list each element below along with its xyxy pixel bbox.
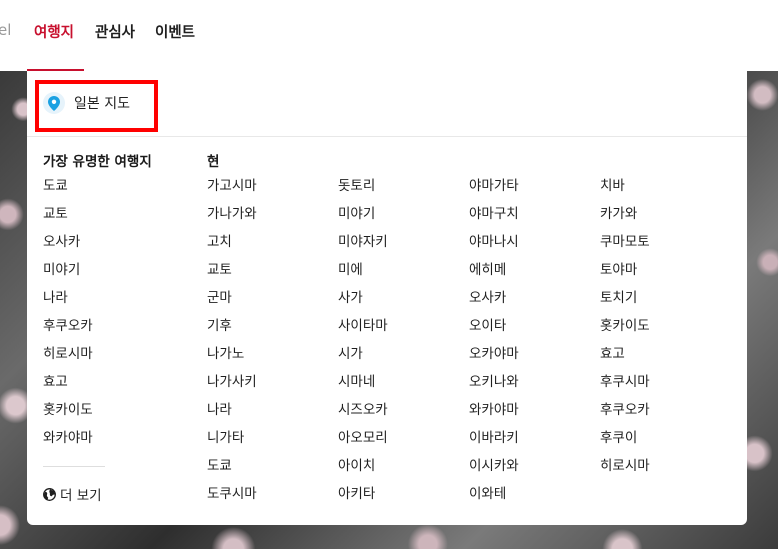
prefecture-link[interactable]: 치바: [600, 177, 650, 205]
prefecture-link[interactable]: 미야자키: [338, 233, 388, 261]
destination-link[interactable]: 오사카: [43, 233, 93, 261]
famous-destinations-list: 도쿄 교토 오사카 미야기 나라 후쿠오카 히로시마 효고 홋카이도 와카야마: [43, 177, 93, 457]
prefecture-link[interactable]: 와카야마: [469, 401, 519, 429]
prefecture-link[interactable]: 고치: [207, 233, 257, 261]
prefectures-heading: 현: [207, 154, 220, 170]
destination-link[interactable]: 후쿠오카: [43, 317, 93, 345]
famous-list-divider: [43, 466, 105, 467]
prefecture-link[interactable]: 시즈오카: [338, 401, 388, 429]
prefecture-link[interactable]: 이시카와: [469, 457, 519, 485]
prefecture-link[interactable]: 군마: [207, 289, 257, 317]
prefecture-link[interactable]: 토치기: [600, 289, 650, 317]
prefecture-link[interactable]: 아키타: [338, 485, 388, 513]
prefecture-link[interactable]: 야마구치: [469, 205, 519, 233]
tab-destinations[interactable]: 여행지: [34, 21, 74, 42]
prefecture-link[interactable]: 미에: [338, 261, 388, 289]
prefecture-link[interactable]: 이와테: [469, 485, 519, 513]
prefecture-link[interactable]: 야마가타: [469, 177, 519, 205]
panel-divider: [27, 136, 747, 137]
prefecture-link[interactable]: 토야마: [600, 261, 650, 289]
prefecture-link[interactable]: 아이치: [338, 457, 388, 485]
famous-destinations-heading: 가장 유명한 여행지: [43, 154, 152, 170]
map-pin-icon: [43, 92, 65, 114]
destination-link[interactable]: 교토: [43, 205, 93, 233]
prefecture-link[interactable]: 돗토리: [338, 177, 388, 205]
see-more-label: 더 보기: [60, 488, 102, 504]
see-more-link[interactable]: 더 보기: [43, 484, 102, 504]
destination-link[interactable]: 미야기: [43, 261, 93, 289]
prefecture-link[interactable]: 사가: [338, 289, 388, 317]
prefecture-link[interactable]: 이바라키: [469, 429, 519, 457]
prefecture-link[interactable]: 가고시마: [207, 177, 257, 205]
prefecture-link[interactable]: 후쿠시마: [600, 373, 650, 401]
prefecture-link[interactable]: 홋카이도: [600, 317, 650, 345]
tab-interests[interactable]: 관심사: [95, 21, 135, 42]
prefecture-link[interactable]: 오카야마: [469, 345, 519, 373]
prefecture-link[interactable]: 카가와: [600, 205, 650, 233]
japan-map-label: 일본 지도: [74, 96, 130, 112]
prefecture-column: 야마가타 야마구치 야마나시 에히메 오사카 오이타 오카야마 오키나와 와카야…: [469, 177, 519, 513]
prefecture-link[interactable]: 도쿄: [207, 457, 257, 485]
prefecture-link[interactable]: 히로시마: [600, 457, 650, 485]
prefecture-link[interactable]: 효고: [600, 345, 650, 373]
destination-link[interactable]: 와카야마: [43, 429, 93, 457]
prefecture-link[interactable]: 나라: [207, 401, 257, 429]
prefecture-link[interactable]: 교토: [207, 261, 257, 289]
destination-link[interactable]: 홋카이도: [43, 401, 93, 429]
globe-icon: [43, 487, 56, 501]
destinations-dropdown: 일본 지도 가장 유명한 여행지 도쿄 교토 오사카 미야기 나라 후쿠오카 히…: [27, 71, 747, 525]
prefecture-column: 치바 카가와 쿠마모토 토야마 토치기 홋카이도 효고 후쿠시마 후쿠오카 후쿠…: [600, 177, 650, 485]
prefecture-link[interactable]: 시마네: [338, 373, 388, 401]
prefecture-link[interactable]: 아오모리: [338, 429, 388, 457]
prefecture-link[interactable]: 가나가와: [207, 205, 257, 233]
japan-map-link[interactable]: 일본 지도: [37, 83, 157, 123]
destination-link[interactable]: 나라: [43, 289, 93, 317]
prefecture-column: 돗토리 미야기 미야자키 미에 사가 사이타마 시가 시마네 시즈오카 아오모리…: [338, 177, 388, 513]
prefecture-link[interactable]: 에히메: [469, 261, 519, 289]
destination-link[interactable]: 히로시마: [43, 345, 93, 373]
top-navigation: el 여행지 관심사 이벤트: [0, 0, 778, 71]
prefecture-link[interactable]: 시가: [338, 345, 388, 373]
prefecture-link[interactable]: 나가사키: [207, 373, 257, 401]
prefecture-link[interactable]: 오키나와: [469, 373, 519, 401]
destination-link[interactable]: 효고: [43, 373, 93, 401]
prefecture-link[interactable]: 니가타: [207, 429, 257, 457]
prefecture-link[interactable]: 후쿠이: [600, 429, 650, 457]
prefecture-link[interactable]: 나가노: [207, 345, 257, 373]
nav-cut-label: el: [0, 21, 12, 39]
destination-link[interactable]: 도쿄: [43, 177, 93, 205]
prefecture-link[interactable]: 야마나시: [469, 233, 519, 261]
prefecture-link[interactable]: 후쿠오카: [600, 401, 650, 429]
prefecture-column: 가고시마 가나가와 고치 교토 군마 기후 나가노 나가사키 나라 니가타 도쿄…: [207, 177, 257, 513]
prefecture-link[interactable]: 미야기: [338, 205, 388, 233]
tab-events[interactable]: 이벤트: [155, 21, 195, 42]
prefecture-link[interactable]: 쿠마모토: [600, 233, 650, 261]
prefecture-link[interactable]: 기후: [207, 317, 257, 345]
prefecture-link[interactable]: 오이타: [469, 317, 519, 345]
prefecture-link[interactable]: 도쿠시마: [207, 485, 257, 513]
prefecture-link[interactable]: 오사카: [469, 289, 519, 317]
prefecture-link[interactable]: 사이타마: [338, 317, 388, 345]
